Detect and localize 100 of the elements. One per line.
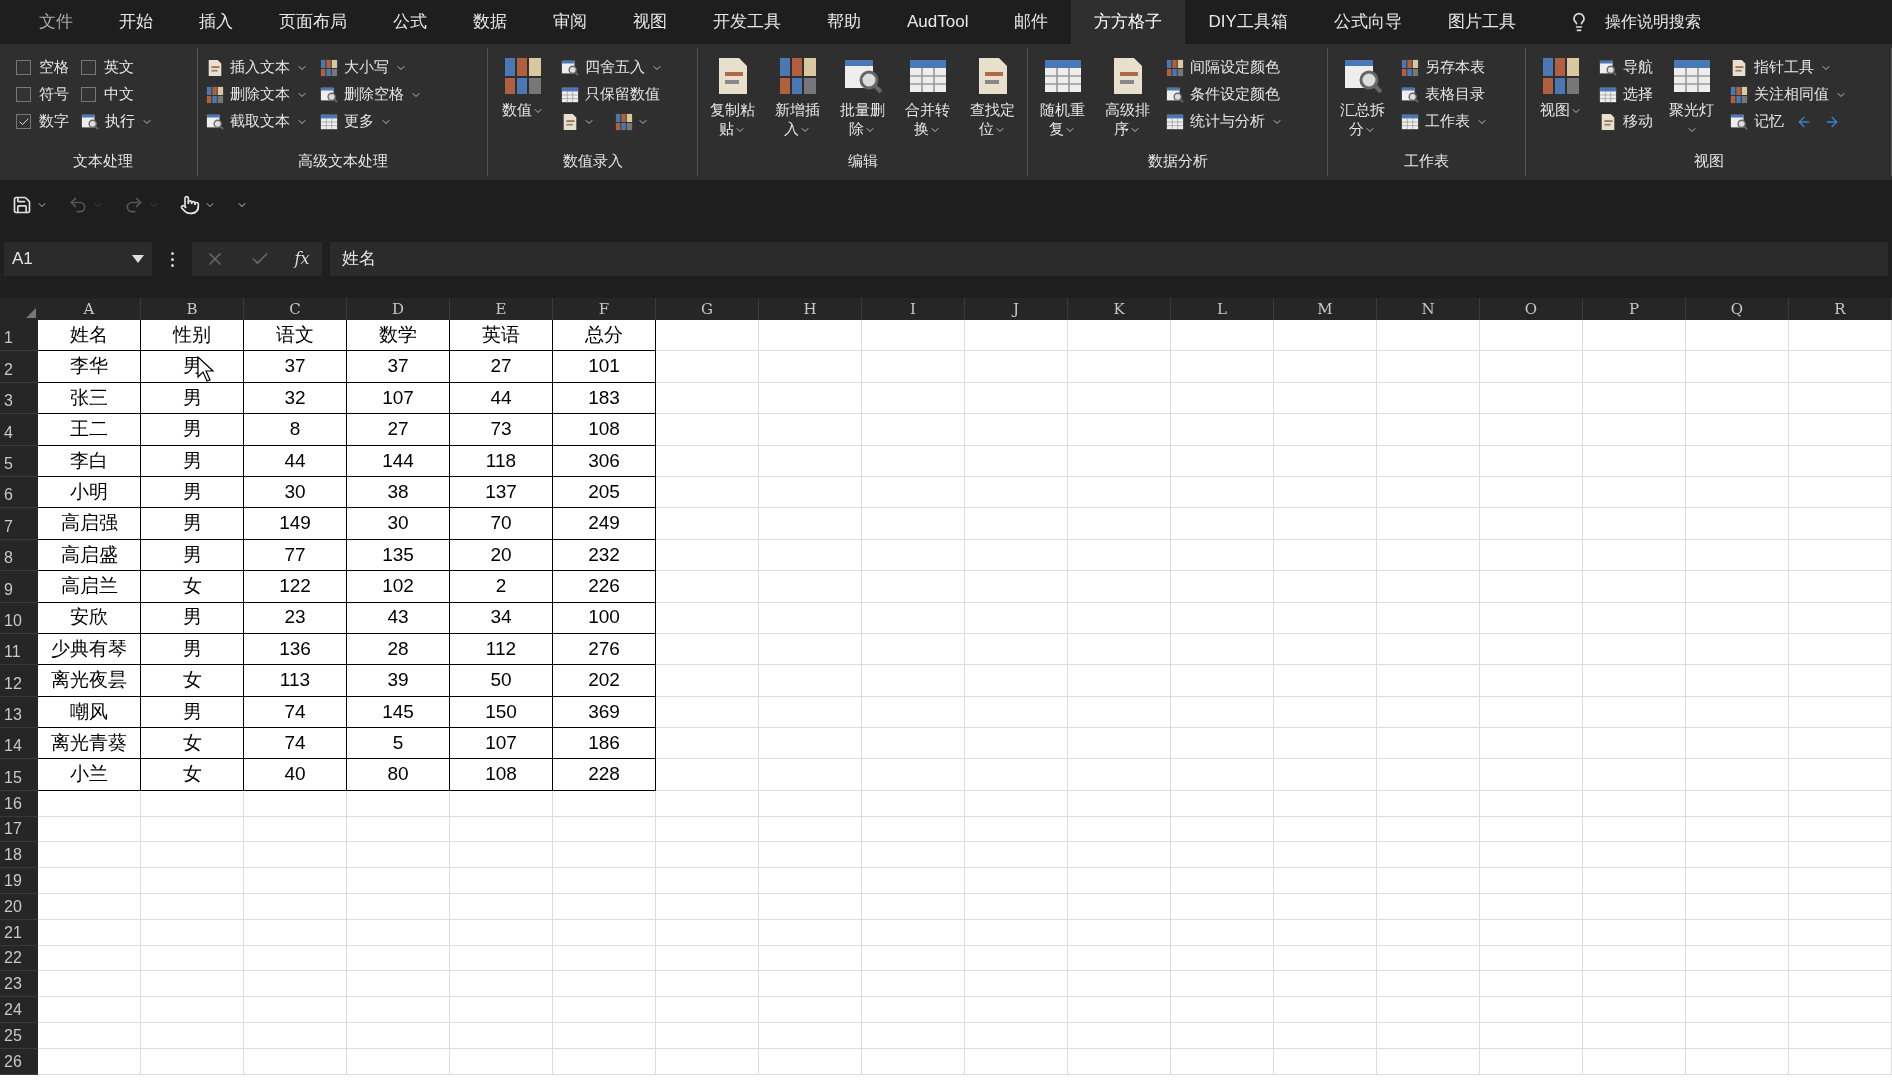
menu-tab[interactable]: 页面布局 xyxy=(256,0,370,44)
row-header[interactable]: 8 xyxy=(0,539,38,572)
row-header[interactable]: 24 xyxy=(0,997,38,1024)
large-ribbon-button[interactable]: 随机重复 xyxy=(1036,52,1089,150)
column-header[interactable]: M xyxy=(1274,298,1377,320)
column-header[interactable]: R xyxy=(1789,298,1892,320)
insert-function-button[interactable]: fx xyxy=(294,247,310,271)
ribbon-button[interactable]: 指针工具 xyxy=(1730,56,1832,79)
tell-me-search[interactable]: 操作说明搜索 xyxy=(1604,10,1701,34)
large-ribbon-button[interactable]: 汇总拆分 xyxy=(1336,52,1389,150)
large-ribbon-button[interactable]: 复制粘贴 xyxy=(706,52,759,150)
column-header[interactable]: F xyxy=(553,298,656,320)
column-header[interactable]: K xyxy=(1068,298,1171,320)
large-ribbon-button[interactable]: 批量删除 xyxy=(836,52,889,150)
ribbon-button[interactable]: 截取文本 xyxy=(206,110,308,133)
ribbon-button[interactable]: 更多 xyxy=(320,110,392,133)
large-ribbon-button[interactable]: 合并转换 xyxy=(901,52,954,150)
menu-tab[interactable]: 审阅 xyxy=(530,0,610,44)
row-header[interactable]: 22 xyxy=(0,945,38,972)
menu-tab[interactable]: 开发工具 xyxy=(690,0,804,44)
row-header[interactable]: 18 xyxy=(0,842,38,869)
row-header[interactable]: 6 xyxy=(0,476,38,509)
row-header[interactable]: 1 xyxy=(0,320,38,352)
ribbon-button[interactable]: 大小写 xyxy=(320,56,407,79)
large-ribbon-button[interactable]: 查找定位 xyxy=(966,52,1019,150)
checkbox[interactable] xyxy=(16,60,31,75)
column-header[interactable]: A xyxy=(38,298,141,320)
row-header[interactable]: 15 xyxy=(0,759,38,791)
row-header[interactable]: 4 xyxy=(0,414,38,446)
row-header[interactable]: 10 xyxy=(0,602,38,634)
ribbon-button[interactable]: 表格目录 xyxy=(1401,83,1485,106)
row-header[interactable]: 2 xyxy=(0,351,38,383)
row-header[interactable]: 21 xyxy=(0,919,38,946)
row-header[interactable]: 20 xyxy=(0,894,38,920)
column-header[interactable]: Q xyxy=(1686,298,1789,320)
row-header[interactable]: 16 xyxy=(0,790,38,817)
ribbon-button[interactable]: 只保留数值 xyxy=(561,83,660,106)
ribbon-button[interactable]: 执行 xyxy=(81,110,153,133)
row-header[interactable]: 13 xyxy=(0,696,38,729)
row-header[interactable]: 11 xyxy=(0,633,38,666)
row-header[interactable]: 5 xyxy=(0,445,38,477)
column-header[interactable]: I xyxy=(862,298,965,320)
row-header[interactable]: 3 xyxy=(0,382,38,415)
ribbon-button[interactable]: 删除空格 xyxy=(320,83,422,106)
row-header[interactable]: 19 xyxy=(0,868,38,895)
row-header[interactable]: 12 xyxy=(0,665,38,697)
menu-tab[interactable]: 文件 xyxy=(16,0,96,44)
save-icon[interactable] xyxy=(12,195,48,215)
menu-tab[interactable]: 公式向导 xyxy=(1310,0,1425,44)
row-header[interactable]: 14 xyxy=(0,728,38,760)
column-header[interactable]: O xyxy=(1480,298,1583,320)
menu-tab[interactable]: 视图 xyxy=(610,0,690,44)
large-ribbon-button[interactable]: 新增插入 xyxy=(771,52,824,150)
menu-tab[interactable]: 邮件 xyxy=(991,0,1072,44)
ribbon-button[interactable]: 统计与分析 xyxy=(1166,110,1283,133)
icon-dropdown-button[interactable] xyxy=(615,112,649,131)
ribbon-button[interactable]: 移动 xyxy=(1599,110,1653,133)
menu-tab[interactable]: 数据 xyxy=(450,0,530,44)
menu-tab[interactable]: AudTool xyxy=(884,0,992,44)
checkbox[interactable] xyxy=(16,87,31,102)
menu-tab[interactable]: DIY工具箱 xyxy=(1185,0,1311,44)
ribbon-button[interactable]: 选择 xyxy=(1599,83,1653,106)
column-header[interactable]: C xyxy=(244,298,347,320)
touch-icon[interactable] xyxy=(180,195,216,215)
menu-tab[interactable]: 帮助 xyxy=(804,0,884,44)
checkbox[interactable] xyxy=(81,60,96,75)
menu-tab[interactable]: 插入 xyxy=(176,0,256,44)
column-header[interactable]: P xyxy=(1583,298,1686,320)
row-header[interactable]: 9 xyxy=(0,571,38,603)
ribbon-button[interactable]: 另存本表 xyxy=(1401,56,1485,79)
large-ribbon-button[interactable]: 视图 xyxy=(1534,52,1587,150)
menu-tab[interactable]: 图片工具 xyxy=(1424,0,1539,44)
checkbox[interactable] xyxy=(81,87,96,102)
checkbox[interactable] xyxy=(16,114,31,129)
column-header[interactable]: N xyxy=(1377,298,1480,320)
large-ribbon-button[interactable]: 数值 xyxy=(496,52,549,150)
column-header[interactable]: L xyxy=(1171,298,1274,320)
column-header[interactable]: D xyxy=(347,298,450,320)
row-header[interactable]: 26 xyxy=(0,1048,38,1075)
formula-input[interactable]: 姓名 xyxy=(330,242,1888,276)
column-header[interactable]: H xyxy=(759,298,862,320)
menu-tab[interactable]: 方方格子 xyxy=(1071,0,1186,44)
row-header[interactable]: 7 xyxy=(0,508,38,540)
ribbon-button[interactable]: 记忆 xyxy=(1730,110,1784,133)
menu-tab[interactable]: 开始 xyxy=(96,0,176,44)
ribbon-button[interactable]: 导航 xyxy=(1599,56,1653,79)
column-header[interactable]: E xyxy=(450,298,553,320)
menu-tab[interactable]: 公式 xyxy=(370,0,450,44)
ribbon-button[interactable]: 关注相同值 xyxy=(1730,83,1847,106)
ribbon-button[interactable]: 四舍五入 xyxy=(561,56,663,79)
ribbon-button[interactable]: 条件设定颜色 xyxy=(1166,83,1280,106)
ribbon-button[interactable]: 插入文本 xyxy=(206,56,308,79)
ribbon-button[interactable]: 间隔设定颜色 xyxy=(1166,56,1280,79)
column-header[interactable]: G xyxy=(656,298,759,320)
column-header[interactable]: J xyxy=(965,298,1068,320)
row-header[interactable]: 23 xyxy=(0,971,38,998)
select-all-icon[interactable] xyxy=(26,308,36,318)
large-ribbon-button[interactable]: 聚光灯 xyxy=(1665,52,1718,150)
row-header[interactable]: 25 xyxy=(0,1023,38,1049)
ribbon-button[interactable]: 删除文本 xyxy=(206,83,308,106)
